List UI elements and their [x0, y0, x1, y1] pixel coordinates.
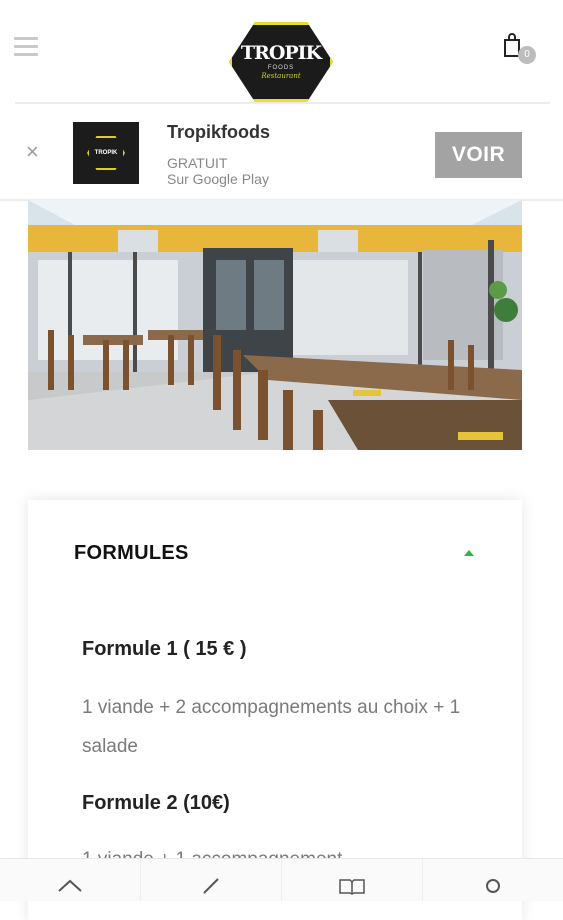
book-icon [339, 879, 365, 895]
nav-item-search[interactable] [423, 859, 563, 901]
section-title: FORMULES [74, 542, 189, 564]
formule-title: Formule 2 (10€) [82, 792, 230, 814]
app-header: TROPIK FOODS Restaurant 0 [0, 0, 563, 102]
app-icon-text: TROPIK [94, 150, 118, 156]
search-icon [486, 879, 500, 893]
restaurant-interior-photo [28, 200, 522, 450]
bottom-navigation [0, 858, 563, 901]
app-install-banner: × TROPIK Tropikfoods Gratuit Sur Google … [0, 105, 563, 201]
hamburger-menu-icon[interactable] [14, 37, 38, 57]
formules-card: FORMULES Formule 1 ( 15 € ) 1 viande + 2… [28, 500, 522, 920]
restaurant-logo[interactable]: TROPIK FOODS Restaurant [229, 22, 333, 102]
chevron-up-icon[interactable] [462, 548, 476, 558]
nav-item-menu[interactable] [282, 859, 423, 901]
logo-brand: TROPIK [240, 42, 322, 64]
voir-button[interactable]: VOIR [435, 132, 522, 178]
header-divider [15, 102, 550, 104]
restaurant-photo-illustration [28, 200, 522, 450]
formule-title: Formule 1 ( 15 € ) [82, 638, 247, 660]
app-icon: TROPIK [73, 122, 139, 184]
cart-count-badge: 0 [518, 46, 536, 64]
app-store-label: Sur Google Play [167, 171, 269, 187]
formule-description: 1 viande + 2 accompagnements au choix + … [82, 697, 461, 757]
chevron-up-icon [58, 879, 82, 892]
close-icon[interactable]: × [26, 141, 44, 163]
app-name: Tropikfoods [167, 122, 270, 142]
pencil-icon [203, 878, 219, 894]
nav-item-top[interactable] [0, 859, 141, 901]
nav-item-edit[interactable] [141, 859, 282, 901]
logo-script: Restaurant [261, 72, 301, 80]
app-icon-logo: TROPIK [87, 136, 125, 170]
app-price: Gratuit [167, 155, 228, 171]
logo-subtitle: FOODS [267, 65, 295, 71]
cart-button[interactable]: 0 [500, 32, 536, 66]
